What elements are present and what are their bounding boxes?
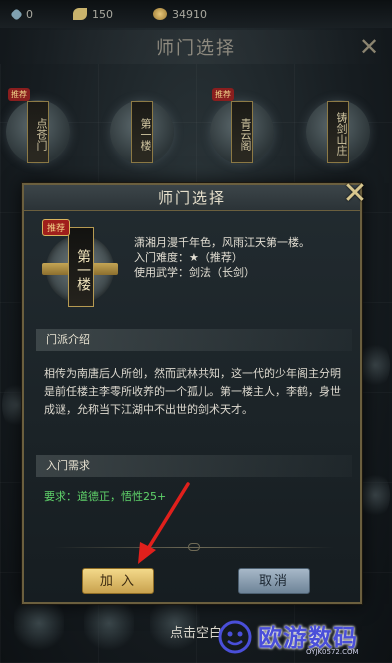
sect-emblem: 第一楼 推荐 xyxy=(42,219,122,315)
close-icon[interactable]: ✕ xyxy=(340,179,370,209)
annotation-arrow-icon xyxy=(138,482,190,564)
watermark-logo-icon xyxy=(218,620,252,654)
weapon-label: 使用武学： xyxy=(134,266,189,279)
recommend-badge: 推荐 xyxy=(8,88,30,101)
sect-name: 青云阁 xyxy=(231,101,253,163)
sect-intro: 潇湘月漫千年色，风雨江天第一楼。 入门难度：★（推荐） 使用武学：剑法（长剑） xyxy=(134,235,356,280)
sect-description: 相传为南唐后人所创，然而武林共知，这一代的少年阁主分明是前任楼主李零所收养的一个… xyxy=(44,367,341,416)
difficulty-note: （推荐） xyxy=(198,251,243,264)
sect-motto: 潇湘月漫千年色，风雨江天第一楼。 xyxy=(134,236,310,249)
sect-name: 铸剑山庄 xyxy=(327,101,349,163)
star-icon: ★ xyxy=(189,251,199,264)
resource-wing: 150 xyxy=(73,8,113,21)
background-close-icon[interactable]: ✕ xyxy=(356,34,382,60)
sect-name: 第一楼 xyxy=(131,101,153,163)
join-button[interactable]: 加 入 xyxy=(82,568,154,594)
cancel-button[interactable]: 取消 xyxy=(238,568,310,594)
watermark-url: OYJK0572.COM xyxy=(306,648,359,656)
sect-name: 点苍门 xyxy=(27,101,49,163)
side-decoration xyxy=(360,340,390,390)
resource-wing-value: 150 xyxy=(92,7,113,21)
side-decoration xyxy=(360,470,390,520)
weapon-value: 剑法（长剑） xyxy=(189,266,255,279)
wing-icon xyxy=(73,8,87,20)
sect-card-zhujian[interactable]: 铸剑山庄 xyxy=(300,84,376,180)
section-intro-header: 门派介绍 xyxy=(36,329,352,351)
sect-card-diancang[interactable]: 点苍门 推荐 xyxy=(0,84,76,180)
sect-card-diyilou[interactable]: 第一楼 xyxy=(104,84,180,180)
gem-icon xyxy=(10,7,23,21)
sect-card-qingyun[interactable]: 青云阁 推荐 xyxy=(204,84,280,180)
difficulty-label: 入门难度： xyxy=(134,251,189,264)
emblem-sect-name: 第一楼 xyxy=(68,227,94,307)
background-title: 师门选择 xyxy=(0,30,392,64)
resource-bar: 0 150 34910 xyxy=(0,0,392,28)
weapon-line: 使用武学：剑法（长剑） xyxy=(134,265,356,280)
dialog-title: 师门选择 xyxy=(24,185,360,211)
section-requirement-header: 入门需求 xyxy=(36,455,352,477)
watermark: 欧游数码 OYJK0572.COM xyxy=(218,616,388,660)
recommend-badge: 推荐 xyxy=(42,219,71,236)
difficulty-line: 入门难度：★（推荐） xyxy=(134,250,356,265)
coin-icon xyxy=(153,8,167,20)
resource-coin: 34910 xyxy=(153,8,207,21)
resource-gem: 0 xyxy=(10,7,33,21)
resource-gem-value: 0 xyxy=(26,7,33,21)
sect-row: 点苍门 推荐 第一楼 青云阁 推荐 铸剑山庄 xyxy=(0,84,392,184)
recommend-badge: 推荐 xyxy=(212,88,234,101)
resource-coin-value: 34910 xyxy=(172,7,207,21)
